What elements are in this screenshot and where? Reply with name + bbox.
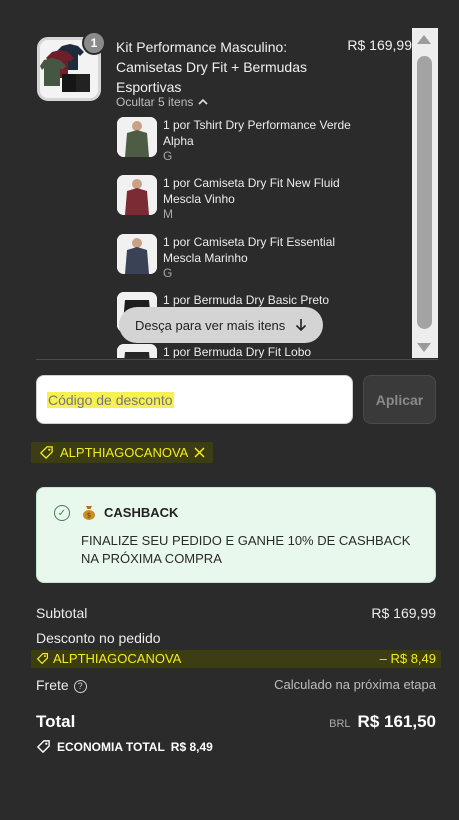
items-scrollbar[interactable]: [412, 28, 438, 358]
subtotal-row: Subtotal R$ 169,99: [36, 605, 436, 621]
scroll-hint-label: Desça para ver mais itens: [135, 317, 286, 333]
subtotal-value: R$ 169,99: [371, 605, 436, 621]
hide-items-toggle[interactable]: Ocultar 5 itens: [116, 95, 208, 109]
bundle-item-name: 1 por Tshirt Dry Performance Verde Alpha: [163, 118, 351, 148]
total-savings: ECONOMIA TOTAL R$ 8,49: [36, 739, 213, 754]
check-circle-icon: ✓: [54, 505, 70, 521]
bundle-item-name: 1 por Bermuda Dry Basic Preto: [163, 293, 330, 307]
savings-value: R$ 8,49: [170, 739, 213, 754]
scrollbar-thumb[interactable]: [417, 56, 432, 329]
divider: [36, 359, 438, 360]
scroll-up-icon[interactable]: [417, 35, 431, 44]
help-icon[interactable]: ?: [73, 679, 87, 693]
apply-discount-button[interactable]: Aplicar: [363, 375, 436, 424]
svg-text:$: $: [87, 512, 91, 520]
bundle-item: 1 por Camiseta Dry Fit New Fluid Mescla …: [117, 175, 407, 223]
shipping-value: Calculado na próxima etapa: [274, 677, 436, 692]
bundle-item-variant: G: [163, 149, 173, 163]
savings-label: ECONOMIA TOTAL: [57, 739, 165, 754]
tag-icon: [36, 653, 48, 665]
kit-product-title: Kit Performance Masculino: Camisetas Dry…: [116, 39, 307, 95]
bundle-item-image: [117, 344, 157, 358]
arrow-down-icon: [296, 319, 307, 332]
shipping-label: Frete: [36, 677, 69, 693]
total-label: Total: [36, 712, 76, 731]
bundle-item: 1 por Camiseta Dry Fit Essential Mescla …: [117, 234, 407, 282]
tag-icon: [39, 446, 53, 460]
hide-items-label: Ocultar 5 itens: [116, 95, 194, 109]
scroll-down-icon[interactable]: [417, 343, 431, 352]
bundle-item: 1 por Tshirt Dry Performance Verde Alpha…: [117, 117, 407, 165]
bundle-item-image: [117, 175, 157, 215]
discount-code-name: ALPTHIAGOCANOVA: [53, 651, 182, 666]
cashback-title: CASHBACK: [104, 505, 179, 520]
applied-coupon-chip: ALPTHIAGOCANOVA: [31, 442, 214, 463]
discount-code-line: ALPTHIAGOCANOVA – R$ 8,49: [31, 650, 441, 668]
bundle-item-variant: M: [163, 207, 173, 221]
currency-code: BRL: [329, 718, 351, 730]
money-bag-icon: $: [83, 506, 95, 520]
chevron-up-icon: [198, 98, 208, 105]
shipping-row: Frete? Calculado na próxima etapa: [36, 677, 436, 693]
bundle-item-name: 1 por Camiseta Dry Fit New Fluid Mescla …: [163, 176, 340, 206]
quantity-badge: 1: [82, 31, 106, 55]
bundle-item: 1 por Bermuda Dry Fit Lobo: [117, 344, 407, 358]
scroll-more-items-button[interactable]: Desça para ver mais itens: [119, 307, 324, 343]
kit-product-price: R$ 169,99: [347, 37, 412, 53]
applied-coupon-code: ALPTHIAGOCANOVA: [60, 445, 189, 460]
cashback-banner: ✓ $ CASHBACK FINALIZE SEU PEDIDO E GANHE…: [36, 487, 436, 583]
discount-code-placeholder: Código de desconto: [47, 391, 174, 408]
total-amount: BRL R$ 161,50: [329, 712, 436, 732]
bundle-item-variant: G: [163, 266, 173, 280]
tag-icon: [36, 740, 50, 754]
bundle-item-image: [117, 117, 157, 157]
total-value: R$ 161,50: [357, 712, 436, 731]
bundle-item-name: 1 por Camiseta Dry Fit Essential Mescla …: [163, 235, 336, 265]
remove-coupon-icon[interactable]: [194, 447, 205, 458]
order-discount-label: Desconto no pedido: [36, 630, 161, 646]
order-discount-row: Desconto no pedido: [36, 630, 436, 646]
discount-code-input[interactable]: Código de desconto: [36, 375, 353, 424]
discount-amount: – R$ 8,49: [379, 651, 436, 666]
bundle-item-name: 1 por Bermuda Dry Fit Lobo: [163, 345, 312, 358]
bundle-item-image: [117, 234, 157, 274]
cashback-text: FINALIZE SEU PEDIDO E GANHE 10% DE CASHB…: [81, 533, 411, 566]
subtotal-label: Subtotal: [36, 605, 88, 621]
